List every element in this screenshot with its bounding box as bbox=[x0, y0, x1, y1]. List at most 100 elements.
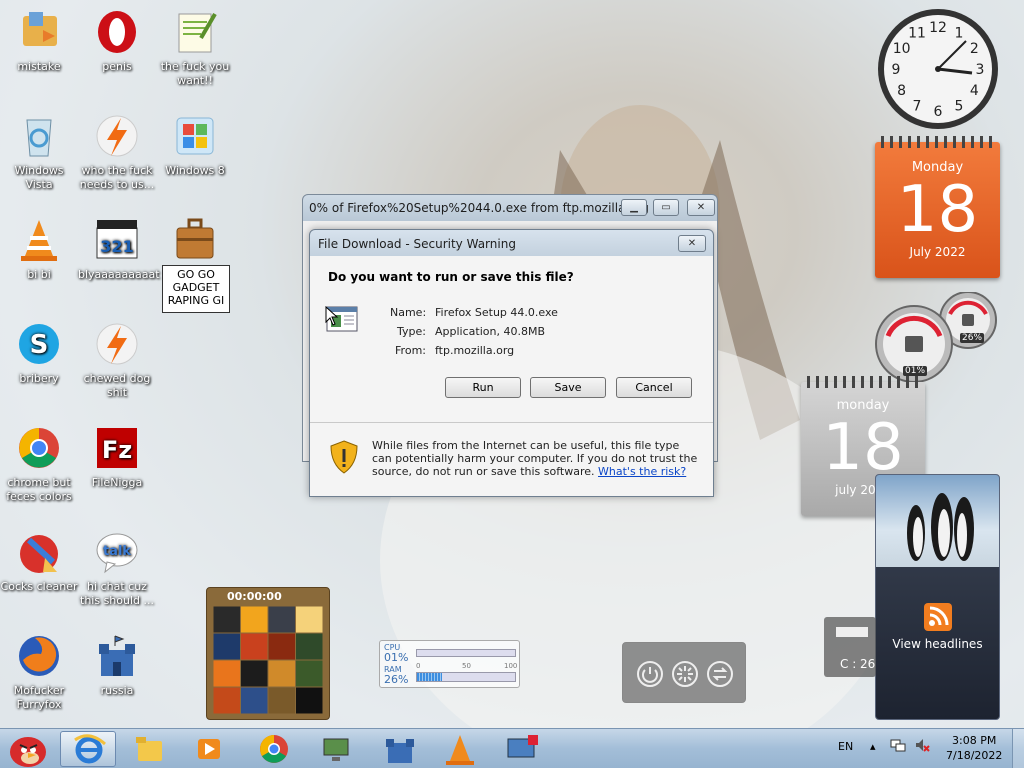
desktop-icon-bribery[interactable]: S bribery bbox=[0, 320, 78, 386]
taskbar-media[interactable] bbox=[180, 731, 236, 767]
puzzle-tile[interactable] bbox=[296, 633, 323, 660]
puzzle-tiles[interactable] bbox=[213, 606, 323, 714]
desktop-icon-russia[interactable]: russia bbox=[78, 632, 156, 698]
cpu-ram-meter-gadget[interactable]: CPU 01% RAM 26% 0 50 100 bbox=[379, 640, 520, 688]
desktop-icon-chrome[interactable]: chrome but feces colors bbox=[0, 424, 78, 504]
taskbar: EN ▴ 3:08 PM 7/18/2022 bbox=[0, 728, 1024, 768]
puzzle-tile[interactable] bbox=[241, 660, 268, 687]
network-tray-icon[interactable] bbox=[890, 737, 906, 756]
clock-number: 4 bbox=[970, 83, 979, 99]
puzzle-tile[interactable] bbox=[268, 687, 296, 714]
puzzle-tile[interactable] bbox=[213, 633, 241, 660]
save-button[interactable]: Save bbox=[530, 377, 606, 398]
picture-puzzle-gadget[interactable]: 00:00:00 bbox=[206, 587, 330, 720]
svg-text:Fz: Fz bbox=[102, 436, 132, 464]
taskbar-chrome[interactable] bbox=[246, 731, 302, 767]
taskbar-vlc[interactable] bbox=[432, 731, 488, 767]
run-button[interactable]: Run bbox=[445, 377, 521, 398]
puzzle-tile[interactable] bbox=[213, 606, 241, 633]
power-icon[interactable] bbox=[637, 661, 663, 687]
security-warning-dialog[interactable]: File Download - Security Warning ✕ Do yo… bbox=[309, 229, 714, 497]
castle-taskbar-icon bbox=[386, 739, 414, 763]
cpu-meter-gadget[interactable]: 01% 26% bbox=[874, 291, 1000, 383]
close-button[interactable]: ✕ bbox=[687, 199, 715, 216]
puzzle-tile[interactable] bbox=[296, 687, 323, 714]
desktop-icon-windows-vista[interactable]: Windows Vista bbox=[0, 112, 78, 192]
rename-input[interactable]: GO GO GADGET RAPING GI bbox=[162, 265, 230, 313]
clock-number: 9 bbox=[892, 62, 901, 78]
show-hidden-icons-icon[interactable]: ▴ bbox=[870, 740, 876, 753]
network-monitor-icon bbox=[323, 738, 349, 761]
puzzle-tile[interactable] bbox=[213, 687, 241, 714]
desktop-icon-winamp[interactable]: who the fuck needs to us... bbox=[78, 112, 156, 192]
drive-bar bbox=[836, 627, 868, 637]
puzzle-tile[interactable] bbox=[296, 660, 323, 687]
scale-50: 50 bbox=[462, 662, 471, 670]
desktop-icon-notepad[interactable]: the fuck you want!! bbox=[156, 8, 234, 88]
drive-label: C : 26 bbox=[840, 657, 876, 671]
puzzle-tile[interactable] bbox=[268, 660, 296, 687]
calendar-rings bbox=[881, 136, 994, 148]
taskbar-remote[interactable] bbox=[494, 731, 550, 767]
cancel-button[interactable]: Cancel bbox=[616, 377, 692, 398]
clock-number: 11 bbox=[908, 26, 926, 42]
name-value: Firefox Setup 44.0.exe bbox=[435, 306, 558, 319]
puzzle-tile[interactable] bbox=[213, 660, 241, 687]
desktop-icon-penis[interactable]: penis bbox=[78, 8, 156, 74]
puzzle-tile[interactable] bbox=[268, 606, 296, 633]
filezilla-icon: Fz bbox=[93, 424, 141, 472]
feed-headlines-gadget[interactable]: View headlines bbox=[875, 474, 1000, 720]
calendar-gadget[interactable]: Monday 18 July 2022 bbox=[875, 136, 1000, 278]
puzzle-tile[interactable] bbox=[268, 633, 296, 660]
language-indicator[interactable]: EN bbox=[838, 740, 853, 753]
desktop-icon-briefcase[interactable] bbox=[156, 216, 234, 268]
taskbar-libraries[interactable] bbox=[122, 731, 178, 767]
desktop-icon-firefox[interactable]: Mofucker Furryfox bbox=[0, 632, 78, 712]
svg-text:321: 321 bbox=[100, 237, 133, 256]
drive-meter-gadget[interactable]: C : 26 bbox=[824, 617, 876, 677]
taskbar-castle[interactable] bbox=[372, 731, 428, 767]
puzzle-tile[interactable] bbox=[296, 606, 323, 633]
clock-number: 10 bbox=[893, 41, 911, 57]
desktop-icon-blyaaaaaaaaat[interactable]: 321 blyaaaaaaaaat bbox=[78, 216, 160, 282]
media-player-classic-icon: 321 bbox=[93, 216, 141, 264]
clock-gadget[interactable]: 12 1 2 3 4 5 6 7 8 9 10 11 bbox=[876, 7, 1000, 131]
switch-user-icon[interactable] bbox=[707, 661, 733, 687]
dialog-close-button[interactable]: ✕ bbox=[678, 235, 706, 252]
restore-button[interactable]: ▭ bbox=[653, 199, 679, 216]
desktop-icon-filezilla[interactable]: Fz FileNigga bbox=[78, 424, 156, 490]
puzzle-timer: 00:00:00 bbox=[227, 590, 282, 603]
whats-the-risk-link[interactable]: What's the risk? bbox=[598, 465, 686, 478]
dialog-title: File Download - Security Warning bbox=[318, 237, 516, 251]
desktop-icon-mistake[interactable]: mistake bbox=[0, 8, 78, 74]
chrome-taskbar-icon bbox=[260, 735, 288, 763]
taskbar-network[interactable] bbox=[308, 731, 364, 767]
puzzle-tile[interactable] bbox=[241, 687, 268, 714]
clock-date[interactable]: 7/18/2022 bbox=[946, 749, 1002, 762]
shutdown-control-gadget[interactable] bbox=[622, 642, 746, 703]
clock-time[interactable]: 3:08 PM bbox=[952, 734, 996, 747]
desktop-icon-chat[interactable]: talk hi chat cuz this should ... bbox=[78, 528, 156, 608]
desktop-icon-bi-bi[interactable]: bi bi bbox=[0, 216, 78, 282]
type-label: Type: bbox=[397, 325, 426, 338]
volume-muted-icon[interactable] bbox=[914, 737, 930, 756]
view-headlines-link[interactable]: View headlines bbox=[876, 637, 999, 651]
desktop-icon-windows-8[interactable]: Windows 8 bbox=[156, 112, 234, 178]
clock-number: 3 bbox=[976, 62, 985, 78]
svg-text:talk: talk bbox=[103, 544, 131, 559]
puzzle-tile[interactable] bbox=[241, 606, 268, 633]
type-value: Application, 40.8MB bbox=[435, 325, 545, 338]
minimize-button[interactable]: ▁ bbox=[621, 199, 647, 216]
windows-logo-icon bbox=[171, 112, 219, 160]
castle-icon bbox=[93, 632, 141, 680]
puzzle-tile[interactable] bbox=[241, 633, 268, 660]
desktop-icon-chewed-dog-shit[interactable]: chewed dog shit bbox=[78, 320, 156, 400]
taskbar-ie[interactable] bbox=[60, 731, 116, 767]
sleep-icon[interactable] bbox=[672, 661, 698, 687]
start-button[interactable] bbox=[4, 729, 50, 768]
desktop-icon-cocks-cleaner[interactable]: Cocks cleaner bbox=[0, 528, 78, 594]
recycle-bin-icon bbox=[15, 112, 63, 160]
calendar-day: 18 bbox=[896, 173, 979, 247]
show-desktop-button[interactable] bbox=[1012, 729, 1024, 768]
penguin-picture bbox=[876, 475, 999, 567]
